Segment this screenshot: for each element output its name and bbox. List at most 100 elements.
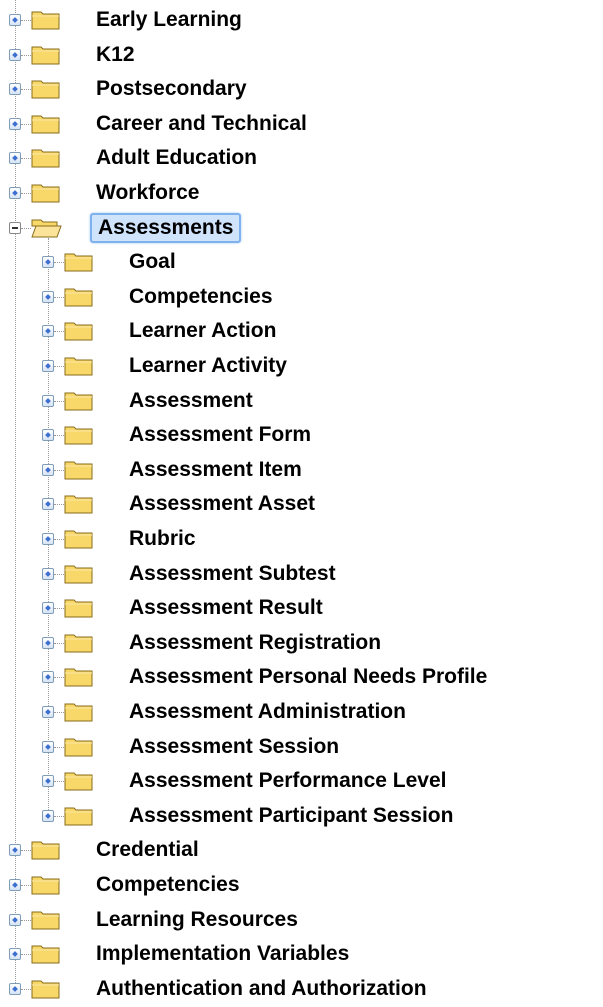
- tree-item-label[interactable]: Assessment Registration: [129, 630, 381, 656]
- plus-expander-icon[interactable]: [9, 152, 21, 165]
- tree-item-assessment-form[interactable]: Assessment Form: [0, 418, 603, 453]
- plus-expander-icon[interactable]: [42, 671, 54, 684]
- tree-item-authentication-and-authorization[interactable]: Authentication and Authorization: [0, 972, 603, 1007]
- tree-item-label[interactable]: Assessment Administration: [129, 699, 406, 725]
- tree-item-label[interactable]: Assessment Performance Level: [129, 768, 447, 794]
- tree-item-label[interactable]: Assessment Personal Needs Profile: [129, 664, 487, 690]
- plus-expander-icon[interactable]: [42, 394, 54, 407]
- minus-expander-icon[interactable]: [9, 221, 21, 234]
- tree-item-assessment-administration[interactable]: Assessment Administration: [0, 695, 603, 730]
- plus-expander-icon[interactable]: [9, 83, 21, 96]
- plus-expander-icon[interactable]: [9, 982, 21, 995]
- tree-item-label[interactable]: Workforce: [96, 180, 199, 206]
- plus-expander-icon[interactable]: [9, 948, 21, 961]
- tree-item-label[interactable]: Rubric: [129, 526, 196, 552]
- folder-icon: [64, 251, 95, 273]
- tree-item-label[interactable]: Authentication and Authorization: [96, 976, 427, 1002]
- plus-expander-icon[interactable]: [9, 844, 21, 857]
- tree-item-workforce[interactable]: Workforce: [0, 176, 603, 211]
- tree-item-label[interactable]: Assessment: [129, 388, 253, 414]
- plus-expander-icon[interactable]: [42, 775, 54, 788]
- tree-item-label[interactable]: Assessments: [90, 212, 242, 243]
- tree-item-assessment-participant-session[interactable]: Assessment Participant Session: [0, 799, 603, 834]
- tree-item-label[interactable]: K12: [96, 42, 135, 68]
- tree-item-label[interactable]: Learner Action: [129, 318, 276, 344]
- folder-icon: [31, 147, 62, 169]
- tree-item-implementation-variables[interactable]: Implementation Variables: [0, 937, 603, 972]
- tree-item-assessment-asset[interactable]: Assessment Asset: [0, 487, 603, 522]
- tree-item-assessment-item[interactable]: Assessment Item: [0, 453, 603, 488]
- plus-expander-icon[interactable]: [9, 187, 21, 199]
- tree-item-assessment-session[interactable]: Assessment Session: [0, 730, 603, 765]
- tree-connector: [54, 331, 64, 333]
- plus-expander-icon[interactable]: [9, 913, 21, 926]
- tree-item-label[interactable]: Credential: [96, 837, 199, 863]
- tree-item-label[interactable]: Competencies: [96, 872, 240, 898]
- plus-expander-icon[interactable]: [9, 48, 21, 61]
- tree-item-label[interactable]: Postsecondary: [96, 76, 247, 102]
- tree-item-postsecondary[interactable]: Postsecondary: [0, 72, 603, 107]
- plus-expander-icon[interactable]: [42, 325, 54, 338]
- tree-connector: [54, 815, 64, 817]
- folder-icon: [64, 493, 95, 515]
- tree-item-credential[interactable]: Credential: [0, 833, 603, 868]
- tree-item-label[interactable]: Assessment Result: [129, 595, 323, 621]
- plus-expander-icon[interactable]: [42, 533, 54, 545]
- folder-icon: [31, 839, 62, 861]
- tree-item-learning-resources[interactable]: Learning Resources: [0, 903, 603, 938]
- tree-item-competencies[interactable]: Competencies: [0, 280, 603, 315]
- tree-connector: [54, 677, 64, 679]
- plus-expander-icon[interactable]: [42, 567, 54, 580]
- tree-item-k12[interactable]: K12: [0, 38, 603, 73]
- folder-open-icon: [31, 217, 62, 239]
- tree-item-early-learning[interactable]: Early Learning: [0, 3, 603, 38]
- plus-expander-icon[interactable]: [42, 636, 54, 649]
- tree-item-label[interactable]: Assessment Item: [129, 457, 302, 483]
- plus-expander-icon[interactable]: [42, 463, 54, 476]
- tree-item-assessment-performance-level[interactable]: Assessment Performance Level: [0, 764, 603, 799]
- tree-item-label[interactable]: Early Learning: [96, 7, 242, 33]
- tree-item-career-and-technical[interactable]: Career and Technical: [0, 107, 603, 142]
- tree-item-label[interactable]: Assessment Asset: [129, 491, 315, 517]
- tree-connector: [54, 746, 64, 748]
- plus-expander-icon[interactable]: [42, 498, 54, 511]
- tree-item-label[interactable]: Career and Technical: [96, 111, 307, 137]
- tree-item-assessment-personal-needs-profile[interactable]: Assessment Personal Needs Profile: [0, 660, 603, 695]
- plus-expander-icon[interactable]: [42, 809, 54, 822]
- tree-item-label[interactable]: Assessment Form: [129, 422, 311, 448]
- tree-item-label[interactable]: Implementation Variables: [96, 941, 349, 967]
- plus-expander-icon[interactable]: [9, 879, 21, 891]
- plus-expander-icon[interactable]: [42, 256, 54, 269]
- plus-expander-icon[interactable]: [42, 602, 54, 615]
- folder-icon: [64, 355, 95, 377]
- folder-icon: [31, 978, 62, 1000]
- tree-item-rubric[interactable]: Rubric: [0, 522, 603, 557]
- tree-item-label[interactable]: Learning Resources: [96, 907, 298, 933]
- plus-expander-icon[interactable]: [42, 290, 54, 303]
- tree-item-label[interactable]: Competencies: [129, 284, 273, 310]
- tree-item-label[interactable]: Assessment Subtest: [129, 561, 336, 587]
- plus-expander-icon[interactable]: [9, 14, 21, 26]
- tree-item-assessment-subtest[interactable]: Assessment Subtest: [0, 557, 603, 592]
- tree-item-adult-education[interactable]: Adult Education: [0, 141, 603, 176]
- tree-item-assessment-registration[interactable]: Assessment Registration: [0, 626, 603, 661]
- tree-item-learner-action[interactable]: Learner Action: [0, 314, 603, 349]
- tree-connector: [54, 262, 64, 264]
- tree-item-assessment[interactable]: Assessment: [0, 384, 603, 419]
- tree-item-label[interactable]: Assessment Session: [129, 734, 339, 760]
- plus-expander-icon[interactable]: [42, 706, 54, 718]
- plus-expander-icon[interactable]: [42, 740, 54, 753]
- plus-expander-icon[interactable]: [42, 360, 54, 372]
- plus-expander-icon[interactable]: [42, 429, 54, 442]
- tree-item-assessment-result[interactable]: Assessment Result: [0, 591, 603, 626]
- tree-item-competencies[interactable]: Competencies: [0, 868, 603, 903]
- tree-item-label[interactable]: Adult Education: [96, 145, 257, 171]
- tree-item-label[interactable]: Learner Activity: [129, 353, 287, 379]
- plus-expander-icon[interactable]: [9, 117, 21, 130]
- tree-item-assessments[interactable]: Assessments: [0, 211, 603, 246]
- tree-item-label[interactable]: Assessment Participant Session: [129, 803, 453, 829]
- tree-item-goal[interactable]: Goal: [0, 245, 603, 280]
- tree-item-label[interactable]: Goal: [129, 249, 176, 275]
- folder-icon: [64, 286, 95, 308]
- tree-item-learner-activity[interactable]: Learner Activity: [0, 349, 603, 384]
